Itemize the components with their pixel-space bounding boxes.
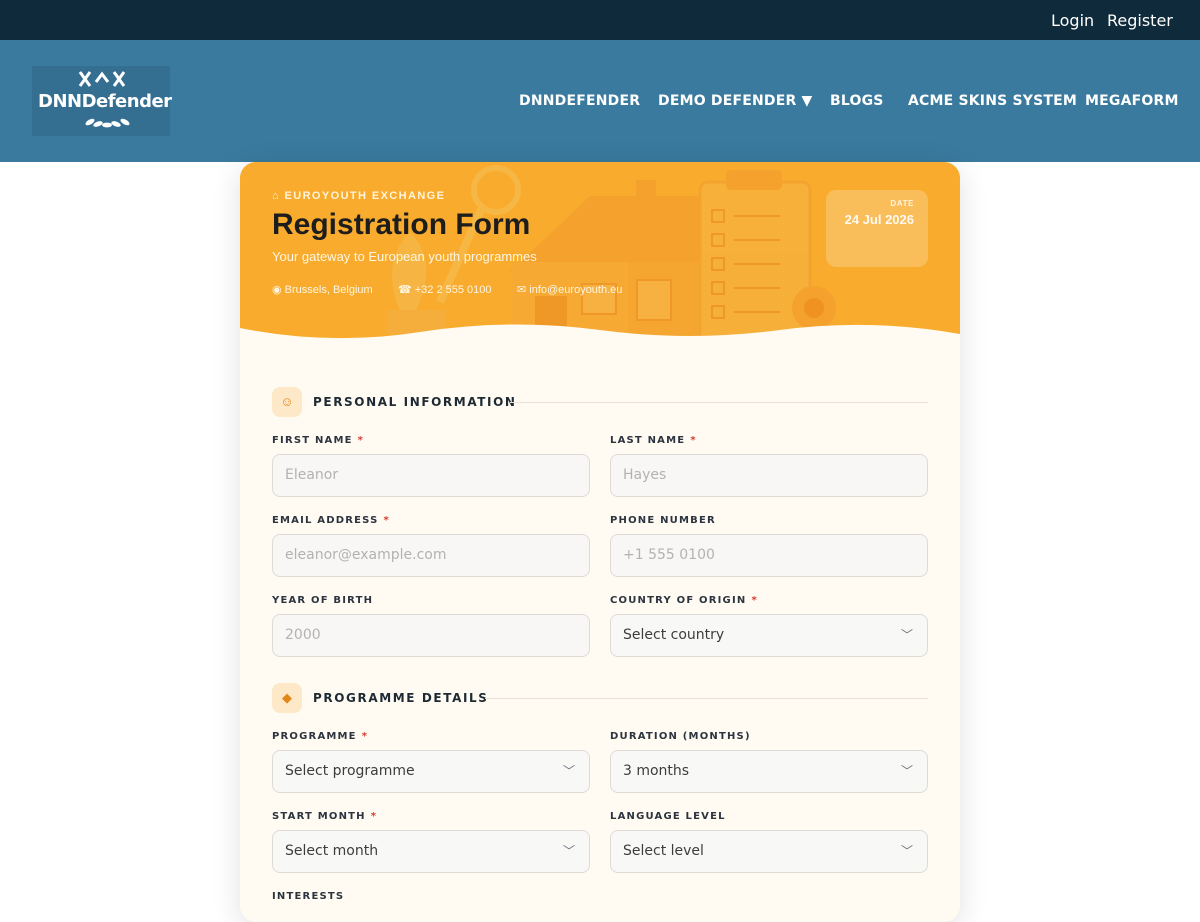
phone-label: PHONE NUMBER bbox=[610, 515, 716, 526]
chevron-down-icon: ﹀ bbox=[900, 628, 913, 642]
duration-select-value: 3 months bbox=[623, 763, 690, 779]
country-select[interactable]: Select country ﹀ bbox=[610, 614, 928, 657]
nav-item-dnndefender[interactable]: DNNDEFENDER bbox=[519, 93, 640, 109]
first-name-field[interactable]: Eleanor bbox=[272, 454, 590, 497]
diamond-icon: ◆ bbox=[272, 683, 302, 713]
first-name-label: FIRST NAME * bbox=[272, 435, 365, 446]
section-title-personal: PERSONAL INFORMATION bbox=[313, 395, 517, 409]
date-label: DATE bbox=[890, 199, 914, 208]
email-field[interactable]: eleanor@example.com bbox=[272, 534, 590, 577]
page-title: Registration Form bbox=[272, 208, 531, 241]
country-select-value: Select country bbox=[623, 627, 725, 643]
programme-select-value: Select programme bbox=[285, 763, 415, 779]
laurel-icon bbox=[85, 118, 130, 128]
crossed-swords-icon bbox=[78, 71, 126, 87]
start-month-select[interactable]: Select month ﹀ bbox=[272, 830, 590, 873]
birth-year-field[interactable]: 2000 bbox=[272, 614, 590, 657]
nav-item-blogs[interactable]: BLOGS bbox=[830, 93, 884, 109]
country-label: COUNTRY OF ORIGIN * bbox=[610, 595, 758, 606]
language-level-label: LANGUAGE LEVEL bbox=[610, 811, 726, 822]
last-name-field[interactable]: Hayes bbox=[610, 454, 928, 497]
chevron-down-icon: ﹀ bbox=[562, 764, 575, 778]
chevron-down-icon: ﹀ bbox=[562, 844, 575, 858]
start-month-select-value: Select month bbox=[285, 843, 379, 859]
main-navigation: DNNDefender DNNDEFENDER DEMO DEFENDER ▼ … bbox=[0, 40, 1200, 162]
start-month-label: START MONTH * bbox=[272, 811, 378, 822]
programme-select[interactable]: Select programme ﹀ bbox=[272, 750, 590, 793]
top-utility-bar: Login Register bbox=[0, 0, 1200, 40]
contact-location: ◉ Brussels, Belgium bbox=[272, 284, 373, 296]
language-level-select[interactable]: Select level ﹀ bbox=[610, 830, 928, 873]
email-label: EMAIL ADDRESS * bbox=[272, 515, 390, 526]
login-link[interactable]: Login bbox=[1051, 11, 1094, 30]
contact-phone: ☎ +32 2 555 0100 bbox=[398, 284, 492, 296]
nav-item-acme-skins-system[interactable]: ACME SKINS SYSTEM bbox=[908, 93, 1077, 109]
nav-item-megaform[interactable]: MEGAFORM bbox=[1085, 93, 1179, 109]
contact-email: ✉ info@euroyouth.eu bbox=[517, 284, 623, 296]
nav-item-demo-defender[interactable]: DEMO DEFENDER ▼ bbox=[658, 93, 813, 109]
date-value: 24 Jul 2026 bbox=[844, 212, 914, 227]
section-divider bbox=[485, 698, 928, 699]
interests-label: INTERESTS bbox=[272, 891, 345, 902]
eyebrow-label: ⌂ EUROYOUTH EXCHANGE bbox=[272, 190, 446, 202]
smiley-icon: ☺ bbox=[272, 387, 302, 417]
section-divider bbox=[510, 402, 928, 403]
registration-card: ⌂ EUROYOUTH EXCHANGE Registration Form Y… bbox=[240, 162, 960, 922]
language-level-select-value: Select level bbox=[623, 843, 704, 859]
section-title-programme: PROGRAMME DETAILS bbox=[313, 691, 489, 705]
duration-label: DURATION (MONTHS) bbox=[610, 731, 751, 742]
date-badge: DATE 24 Jul 2026 bbox=[826, 190, 928, 267]
form-header: ⌂ EUROYOUTH EXCHANGE Registration Form Y… bbox=[240, 162, 960, 342]
logo-text: DNNDefender bbox=[38, 91, 172, 112]
duration-select[interactable]: 3 months ﹀ bbox=[610, 750, 928, 793]
programme-label: PROGRAMME * bbox=[272, 731, 369, 742]
phone-field[interactable]: +1 555 0100 bbox=[610, 534, 928, 577]
birth-year-label: YEAR OF BIRTH bbox=[272, 595, 374, 606]
chevron-down-icon: ﹀ bbox=[900, 764, 913, 778]
register-link[interactable]: Register bbox=[1107, 11, 1173, 30]
page-subtitle: Your gateway to European youth programme… bbox=[272, 249, 537, 264]
chevron-down-icon: ﹀ bbox=[900, 844, 913, 858]
last-name-label: LAST NAME * bbox=[610, 435, 697, 446]
site-logo[interactable]: DNNDefender bbox=[32, 66, 172, 136]
